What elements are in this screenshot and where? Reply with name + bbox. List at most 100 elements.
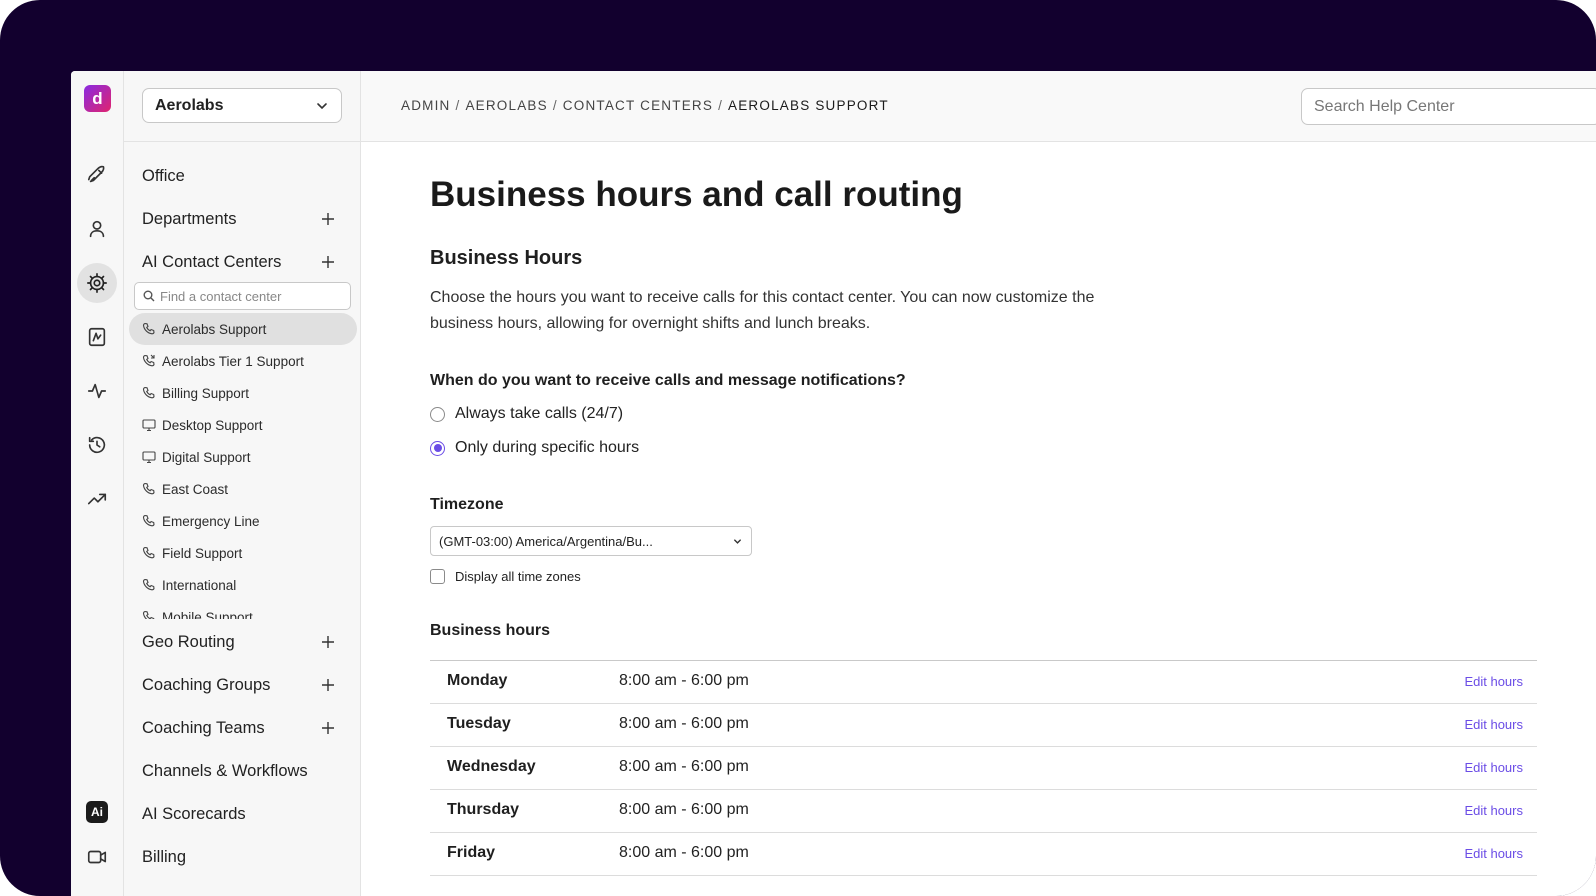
org-selector[interactable]: Aerolabs — [142, 88, 342, 123]
contact-center-item[interactable]: Mobile Support — [129, 601, 357, 619]
table-row: Tuesday 8:00 am - 6:00 pm Edit hours — [430, 704, 1537, 747]
sidebar-item-label: Office — [142, 166, 185, 185]
plus-icon[interactable] — [321, 255, 335, 269]
phone-icon — [142, 514, 155, 527]
contact-center-item[interactable]: Field Support — [129, 537, 357, 569]
monitor-icon — [142, 451, 156, 464]
rocket-icon[interactable] — [77, 155, 117, 195]
day-name: Tuesday — [447, 715, 511, 732]
section-description: Choose the hours you want to receive cal… — [430, 289, 1095, 332]
activity-icon[interactable] — [77, 371, 117, 411]
section-title: Business Hours — [430, 247, 583, 269]
breadcrumb-separator: / — [552, 98, 558, 113]
sidebar-item-ai-scorecards[interactable]: AI Scorecards — [142, 802, 342, 826]
contact-center-label: Desktop Support — [162, 417, 263, 433]
trending-up-icon[interactable] — [77, 479, 117, 519]
time-range: 8:00 am - 6:00 pm — [619, 715, 749, 732]
timezone-label: Timezone — [430, 496, 504, 513]
radio-button-checked[interactable] — [430, 440, 445, 456]
admin-sidebar: Aerolabs Office Departments AI Contact C… — [124, 71, 361, 896]
sidebar-item-billing[interactable]: Billing — [142, 845, 342, 869]
sidebar-item-coaching-teams[interactable]: Coaching Teams — [142, 716, 342, 740]
phone-icon — [142, 322, 155, 335]
contact-center-label: Aerolabs Support — [162, 321, 267, 337]
contact-center-item[interactable]: Aerolabs Tier 1 Support — [129, 345, 357, 377]
sidebar-item-label: Geo Routing — [142, 632, 235, 651]
breadcrumb-separator: / — [455, 98, 461, 113]
radio-specific-hours[interactable]: Only during specific hours — [430, 439, 639, 457]
sidebar-item-office[interactable]: Office — [142, 164, 342, 188]
day-name: Monday — [447, 672, 508, 689]
breadcrumb-item[interactable]: AEROLABS — [465, 98, 547, 113]
contact-center-label: Digital Support — [162, 449, 251, 465]
contact-center-item[interactable]: Desktop Support — [129, 409, 357, 441]
ai-assist-icon[interactable] — [77, 317, 117, 357]
contact-center-label: Aerolabs Tier 1 Support — [162, 353, 304, 369]
radio-button[interactable] — [430, 406, 445, 422]
phone-icon — [142, 482, 155, 495]
video-icon[interactable] — [77, 837, 117, 877]
contact-center-item[interactable]: Emergency Line — [129, 505, 357, 537]
contact-center-label: Emergency Line — [162, 513, 260, 529]
sidebar-item-label: Channels & Workflows — [142, 761, 308, 780]
time-range: 8:00 am - 6:00 pm — [619, 844, 749, 861]
phone-icon — [142, 386, 155, 399]
breadcrumb-item[interactable]: ADMIN — [401, 98, 451, 113]
sidebar-item-ai-contact-centers[interactable]: AI Contact Centers — [142, 250, 342, 274]
timezone-value: (GMT-03:00) America/Argentina/Bu... — [439, 533, 653, 549]
plus-icon[interactable] — [321, 635, 335, 649]
contact-center-label: Mobile Support — [162, 609, 253, 620]
edit-hours-link[interactable]: Edit hours — [1464, 674, 1523, 689]
table-row: Thursday 8:00 am - 6:00 pm Edit hours — [430, 790, 1537, 833]
sidebar-item-label: AI Contact Centers — [142, 252, 282, 271]
edit-hours-link[interactable]: Edit hours — [1464, 760, 1523, 775]
history-icon[interactable] — [77, 425, 117, 465]
contact-center-item[interactable]: East Coast — [129, 473, 357, 505]
person-icon[interactable] — [77, 209, 117, 249]
contact-center-search[interactable]: Find a contact center — [134, 282, 351, 310]
phone-icon — [142, 578, 155, 591]
contact-center-item[interactable]: Billing Support — [129, 377, 357, 409]
display-all-timezones[interactable]: Display all time zones — [430, 569, 581, 584]
radio-always-take-calls[interactable]: Always take calls (24/7) — [430, 405, 623, 423]
edit-hours-link[interactable]: Edit hours — [1464, 846, 1523, 861]
help-center-search-input[interactable]: Search Help Center — [1301, 88, 1596, 125]
checkbox-label: Display all time zones — [455, 569, 581, 584]
time-range: 8:00 am - 6:00 pm — [619, 672, 749, 689]
day-name: Thursday — [447, 801, 520, 818]
top-bar: ADMIN / AEROLABS / CONTACT CENTERS / AEROLABS … — [361, 71, 1596, 142]
breadcrumb: ADMIN / AEROLABS / CONTACT CENTERS / AEROLABS … — [401, 98, 889, 113]
contact-center-item[interactable]: Aerolabs Support — [129, 313, 357, 345]
plus-icon[interactable] — [321, 678, 335, 692]
sidebar-item-label: Coaching Teams — [142, 718, 265, 737]
app-logo[interactable]: d — [84, 85, 111, 112]
edit-hours-link[interactable]: Edit hours — [1464, 717, 1523, 732]
sidebar-item-coaching-groups[interactable]: Coaching Groups — [142, 673, 342, 697]
breadcrumb-current: AEROLABS SUPPORT — [728, 98, 889, 113]
gear-icon[interactable] — [77, 263, 117, 303]
sidebar-item-departments[interactable]: Departments — [142, 207, 342, 231]
sidebar-item-label: Billing — [142, 847, 187, 866]
sidebar-item-geo-routing[interactable]: Geo Routing — [142, 630, 342, 654]
contact-center-label: East Coast — [162, 481, 229, 497]
sidebar-item-channels-workflows[interactable]: Channels & Workflows — [142, 759, 342, 783]
icon-rail: d Ai — [71, 71, 124, 896]
timezone-select[interactable]: (GMT-03:00) America/Argentina/Bu... — [430, 526, 752, 556]
radio-label: Only during specific hours — [455, 439, 640, 456]
contact-center-item[interactable]: International — [129, 569, 357, 601]
breadcrumb-item[interactable]: CONTACT CENTERS — [563, 98, 713, 113]
checkbox[interactable] — [430, 569, 445, 584]
contact-center-list[interactable]: Aerolabs Support Aerolabs Tier 1 Support… — [129, 313, 359, 619]
monitor-icon — [142, 419, 156, 432]
sidebar-item-label: AI Scorecards — [142, 804, 246, 823]
day-name: Friday — [447, 844, 496, 861]
search-placeholder: Search Help Center — [1314, 97, 1455, 115]
edit-hours-link[interactable]: Edit hours — [1464, 803, 1523, 818]
window-frame: d Ai Aerolabs Office Departments AI Cont… — [0, 0, 1596, 896]
plus-icon[interactable] — [321, 721, 335, 735]
plus-icon[interactable] — [321, 212, 335, 226]
business-hours-table: Monday 8:00 am - 6:00 pm Edit hours Tues… — [430, 660, 1537, 876]
ai-badge-icon[interactable]: Ai — [86, 801, 108, 823]
contact-center-item[interactable]: Digital Support — [129, 441, 357, 473]
contact-center-label: Field Support — [162, 545, 243, 561]
